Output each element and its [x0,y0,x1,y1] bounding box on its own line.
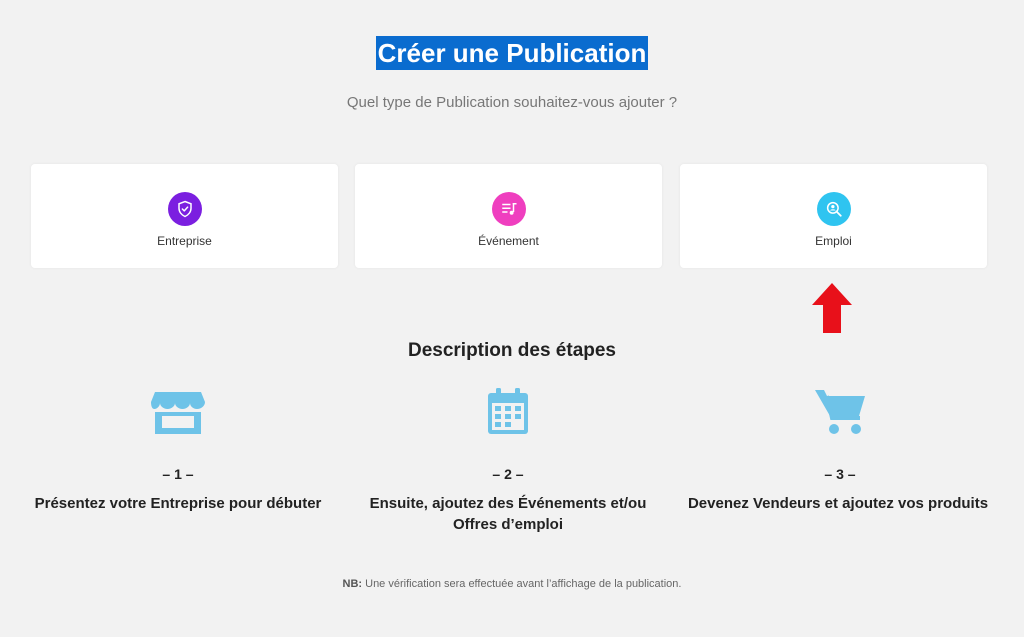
step-number-3: – 3 – [824,466,856,482]
step-text-1: Présentez votre Entreprise pour débuter [18,493,338,514]
shopping-cart-icon [815,388,867,441]
step-text-3-line1: Devenez Vendeurs et ajoutez vos produits [687,495,989,512]
note-text: Une vérification sera effectuée avant l’… [362,578,682,590]
step-text-2-line2: Offres d’emploi [452,516,564,533]
card-label-evenement: Événement [478,234,539,248]
verification-note: NB: Une vérification sera effectuée avan… [0,578,1024,590]
search-user-icon [817,192,851,226]
shield-check-icon [168,192,202,226]
step-number-1: – 1 – [162,466,194,482]
page-title-wrapper: Créer une Publication [0,36,1024,70]
card-label-emploi: Emploi [815,234,852,248]
step-number-2: – 2 – [492,466,524,482]
red-arrow-up-icon [812,283,852,333]
card-label-entreprise: Entreprise [157,234,212,248]
step-text-2: Ensuite, ajoutez des Événements et/ou Of… [348,493,668,535]
music-playlist-icon [492,192,526,226]
page-title: Créer une Publication [375,36,649,70]
note-label: NB: [342,578,363,590]
card-entreprise[interactable]: Entreprise [31,164,338,268]
step-text-3: Devenez Vendeurs et ajoutez vos produits [670,493,1006,514]
step-text-1-line1: Présentez votre Entreprise pour débuter [34,495,322,512]
card-emploi[interactable]: Emploi [680,164,987,268]
storefront-icon [151,388,205,441]
step-text-2-line1: Ensuite, ajoutez des Événements et/ou [369,495,647,512]
page-subtitle: Quel type de Publication souhaitez-vous … [346,94,678,111]
calendar-icon [488,388,528,439]
steps-section-title: Description des étapes [407,340,617,361]
card-evenement[interactable]: Événement [355,164,662,268]
